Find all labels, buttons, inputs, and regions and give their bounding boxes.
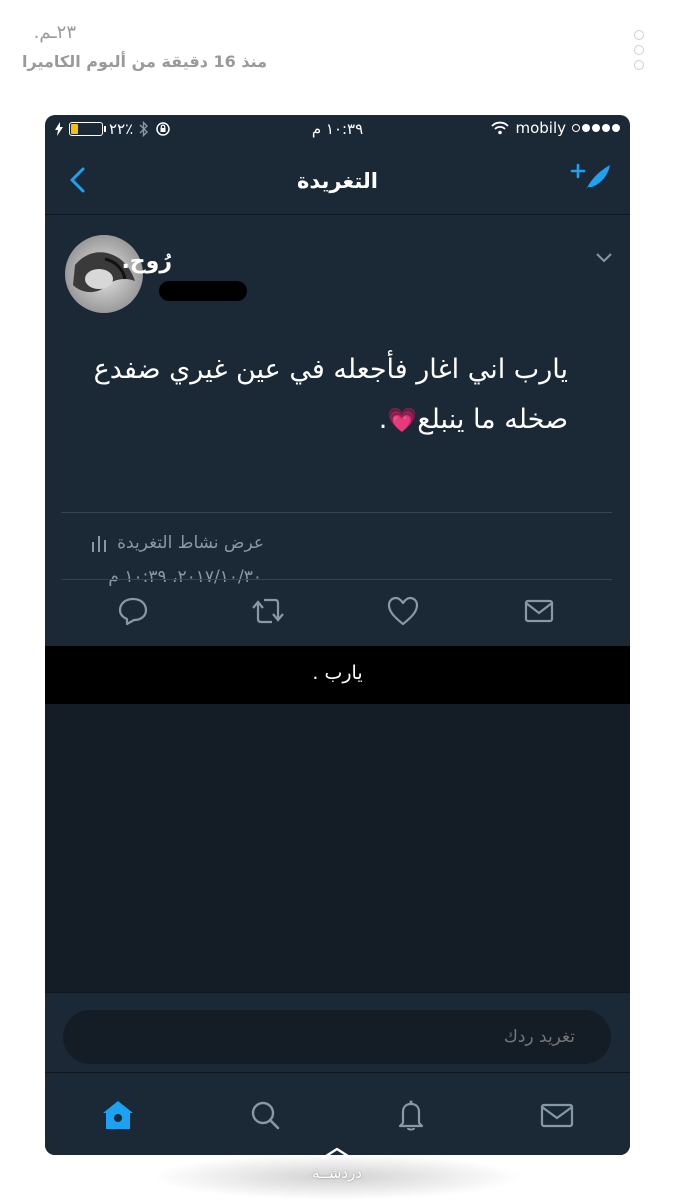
tweet-timestamp: ٢٠١٧/١٠/٣٠، ١٠:٣٩ م <box>108 567 262 587</box>
signal-dot <box>602 124 610 132</box>
page-title: التغريدة <box>297 169 378 193</box>
navigation-bar: التغريدة <box>45 143 630 215</box>
messages-envelope-icon[interactable] <box>537 1097 577 1133</box>
wifi-icon <box>491 121 510 135</box>
phone-screenshot: ٢٢٪ ١٠:٣٩ م mobily التغريدة رُوح. يارب ا… <box>45 115 630 1155</box>
tweet-text: يارب اني اغار فأجعله في عين غيري ضفدع صخ… <box>48 345 568 445</box>
redacted-handle <box>159 281 247 301</box>
status-right: mobily <box>491 119 620 137</box>
signal-dot <box>592 124 600 132</box>
search-icon[interactable] <box>245 1097 285 1133</box>
tweet-author-name[interactable]: رُوح. <box>121 249 172 274</box>
reply-input[interactable] <box>63 1010 611 1064</box>
chevron-down-icon[interactable] <box>594 251 614 265</box>
tweet-text-line-2-words: صخله ما ينبلع <box>417 404 568 435</box>
tweet-activity-link[interactable]: عرض نشاط التغريدة <box>91 533 264 553</box>
signal-dot <box>572 124 580 132</box>
heart-icon[interactable] <box>385 593 421 629</box>
home-icon[interactable] <box>98 1097 138 1133</box>
signal-dot <box>582 124 590 132</box>
notifications-bell-icon[interactable] <box>391 1097 431 1133</box>
heart-emoji: 💗 <box>387 406 418 434</box>
status-bar: ٢٢٪ ١٠:٣٩ م mobily <box>45 115 630 143</box>
reply-icon[interactable] <box>115 593 151 629</box>
empty-replies-area <box>45 704 630 992</box>
chat-label: دردشــة <box>311 1164 362 1182</box>
divider <box>61 512 612 513</box>
signal-strength-icon <box>572 124 620 132</box>
compose-tweet-icon[interactable] <box>570 161 614 199</box>
tweet-activity-label: عرض نشاط التغريدة <box>117 533 264 553</box>
reply-strip: يارب . <box>45 646 630 704</box>
more-options-icon[interactable] <box>632 30 646 70</box>
avatar[interactable] <box>65 235 143 313</box>
story-header: ٢٣ـم. منذ 16 دقيقة من ألبوم الكاميرا <box>0 18 674 88</box>
analytics-icon <box>92 536 107 552</box>
signal-dot <box>612 124 620 132</box>
story-title: ٢٣ـم. <box>33 22 76 43</box>
divider <box>61 579 612 580</box>
story-subtitle: منذ 16 دقيقة من ألبوم الكاميرا <box>22 52 267 71</box>
tweet-actions <box>45 593 630 645</box>
retweet-icon[interactable] <box>250 593 286 629</box>
swipe-up-chat-hint[interactable]: دردشــة <box>0 1140 674 1200</box>
tweet-detail: رُوح. يارب اني اغار فأجعله في عين غيري ض… <box>45 215 630 647</box>
reply-composer <box>45 992 630 1072</box>
carrier-name: mobily <box>515 119 566 137</box>
tweet-text-line-2: صخله ما ينبلع💗. <box>48 395 568 445</box>
reply-strip-text: يارب . <box>312 662 363 684</box>
chevron-up-icon <box>321 1147 353 1160</box>
tweet-text-line-1: يارب اني اغار فأجعله في عين غيري ضفدع <box>93 354 568 385</box>
envelope-icon[interactable] <box>521 593 557 629</box>
